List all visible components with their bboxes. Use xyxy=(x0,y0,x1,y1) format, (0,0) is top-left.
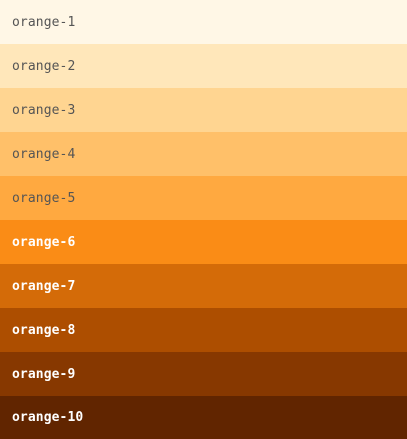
swatch-orange-1[interactable]: orange-1 xyxy=(0,0,407,44)
swatch-label: orange-4 xyxy=(12,146,76,162)
swatch-orange-2[interactable]: orange-2 xyxy=(0,44,407,88)
swatch-label: orange-1 xyxy=(12,14,76,30)
swatch-orange-10[interactable]: orange-10 xyxy=(0,396,407,439)
swatch-orange-5[interactable]: orange-5 xyxy=(0,176,407,220)
swatch-label: orange-5 xyxy=(12,190,76,206)
swatch-label: orange-3 xyxy=(12,102,76,118)
swatch-label: orange-2 xyxy=(12,58,76,74)
swatch-label: orange-8 xyxy=(12,322,76,338)
swatch-orange-9[interactable]: orange-9 xyxy=(0,352,407,396)
swatch-label: orange-10 xyxy=(12,410,84,425)
swatch-orange-8[interactable]: orange-8 xyxy=(0,308,407,352)
orange-palette: orange-1 orange-2 orange-3 orange-4 oran… xyxy=(0,0,407,439)
swatch-label: orange-7 xyxy=(12,278,76,294)
swatch-orange-7[interactable]: orange-7 xyxy=(0,264,407,308)
swatch-orange-3[interactable]: orange-3 xyxy=(0,88,407,132)
swatch-label: orange-9 xyxy=(12,366,76,382)
swatch-orange-4[interactable]: orange-4 xyxy=(0,132,407,176)
swatch-orange-6[interactable]: orange-6 xyxy=(0,220,407,264)
swatch-label: orange-6 xyxy=(12,234,76,250)
